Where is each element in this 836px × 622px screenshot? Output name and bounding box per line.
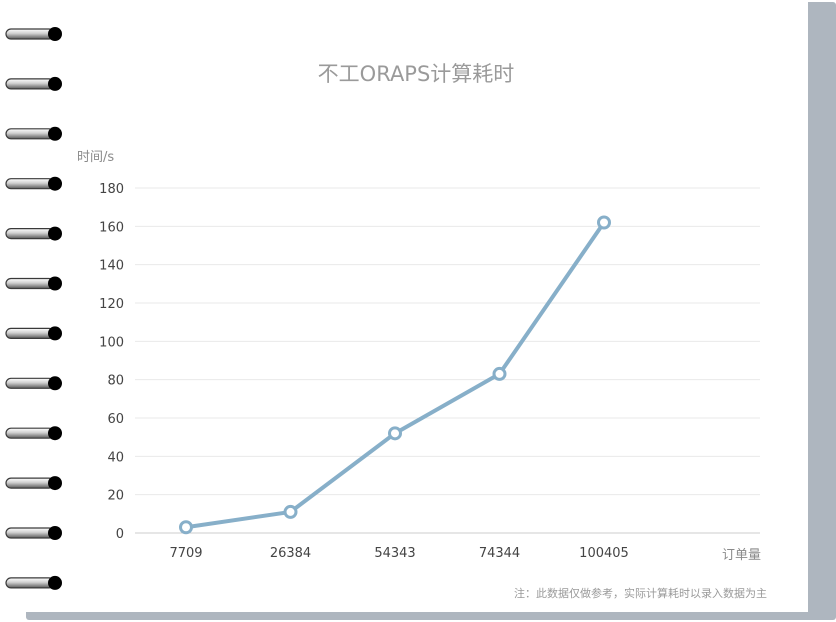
y-tick-label: 0	[116, 527, 124, 542]
y-tick-label: 160	[99, 220, 124, 235]
y-tick-label: 60	[107, 412, 124, 427]
y-tick-label: 80	[107, 374, 124, 389]
y-tick-label: 20	[107, 489, 124, 504]
notebook-page: 不工ORAPS计算耗时 时间/s 订单量 注：此数据仅做参考，实际计算耗时以录入…	[0, 0, 836, 622]
x-tick-label: 74344	[479, 546, 520, 561]
line-chart: 0 20 40 60 80 100 120 140 160 180 7709 26384 54343 7…	[99, 182, 760, 561]
data-point[interactable]	[179, 520, 193, 535]
y-tick-label: 140	[99, 259, 124, 274]
data-point[interactable]	[388, 426, 402, 441]
y-tick-label: 40	[107, 450, 124, 465]
data-point[interactable]	[283, 504, 298, 519]
series-line	[184, 220, 606, 530]
y-tick-label: 180	[99, 182, 124, 197]
data-point[interactable]	[492, 366, 507, 381]
x-tick-label: 26384	[270, 546, 311, 561]
data-point[interactable]	[597, 215, 611, 230]
y-tick-label: 120	[99, 297, 124, 312]
y-tick-label: 100	[99, 335, 124, 350]
x-tick-label: 54343	[374, 546, 415, 561]
x-tick-label: 7709	[169, 546, 202, 561]
x-tick-label: 100405	[579, 546, 629, 561]
